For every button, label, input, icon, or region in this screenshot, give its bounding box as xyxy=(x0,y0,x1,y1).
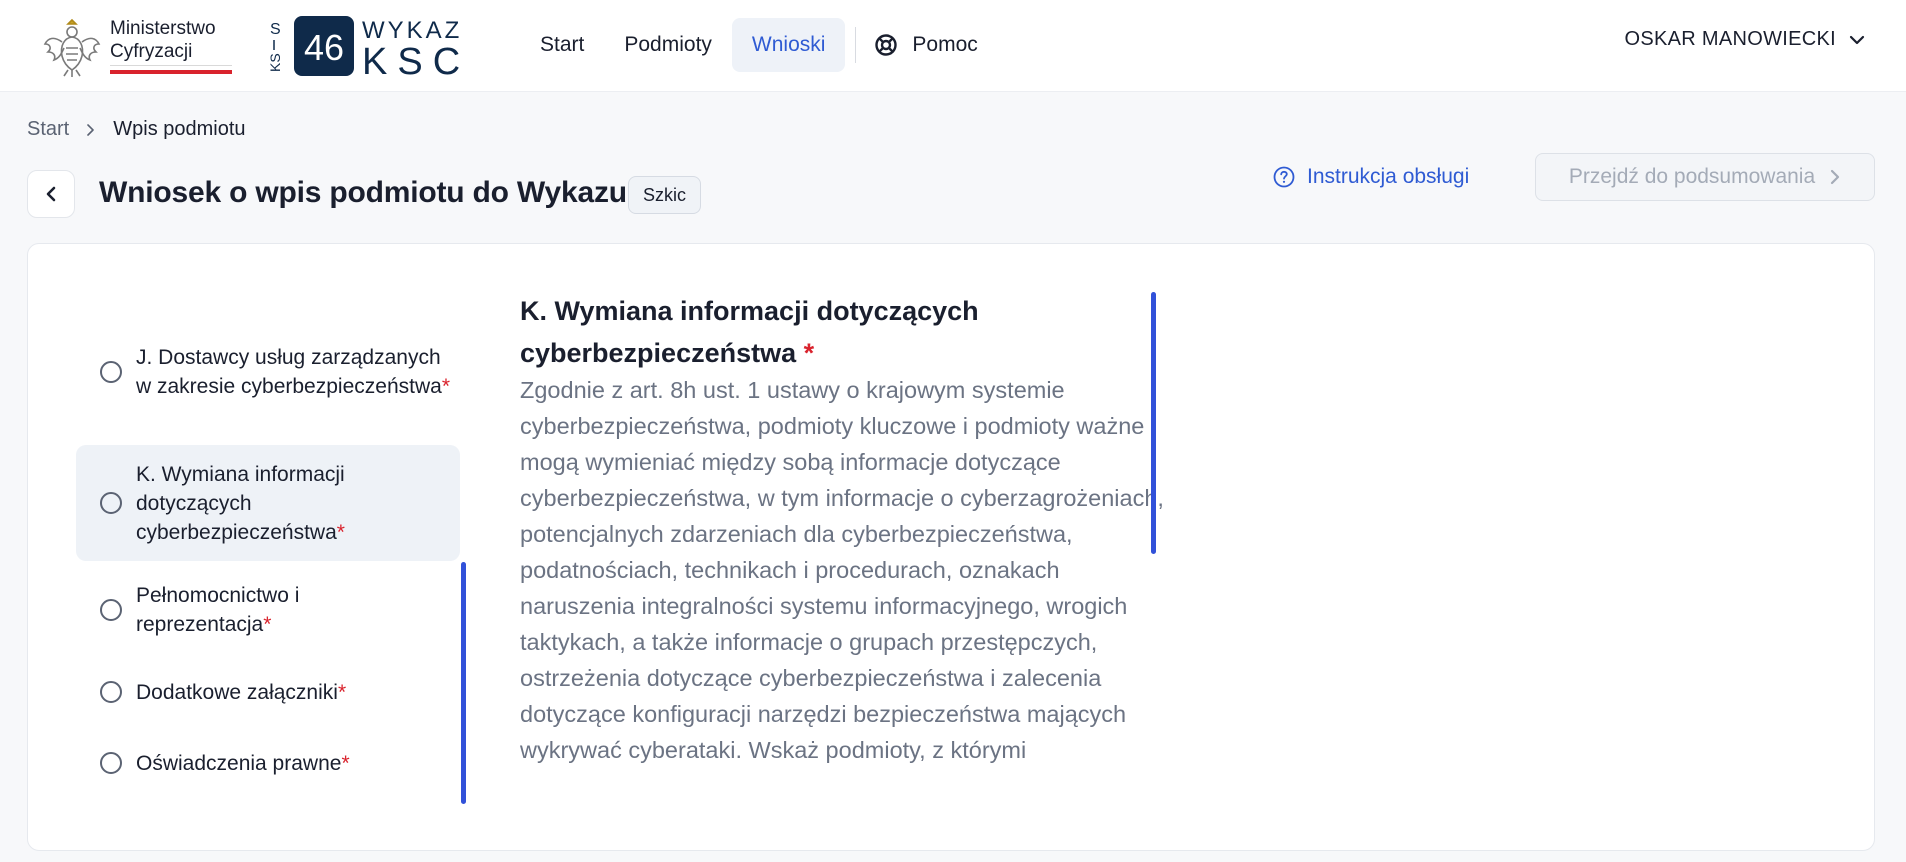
step-radio xyxy=(100,361,122,383)
breadcrumb: Start Wpis podmiotu xyxy=(27,118,246,141)
user-name: OSKAR MANOWIECKI xyxy=(1624,28,1836,50)
ministry-logo[interactable]: Ministerstwo Cyfryzacji xyxy=(42,12,232,78)
ministry-divider-red xyxy=(110,70,232,74)
section-title: K. Wymiana informacji dotyczących cyberb… xyxy=(520,290,1180,374)
step-item-zalaczniki[interactable]: Dodatkowe załączniki* xyxy=(76,670,460,714)
wykaz-ksc-logo[interactable]: S KS 46 WYKAZ KSC xyxy=(264,14,504,78)
logo-wykaz-text: WYKAZ xyxy=(362,17,462,44)
section-title-text: K. Wymiana informacji dotyczących cyberb… xyxy=(520,296,979,368)
breadcrumb-start[interactable]: Start xyxy=(27,118,69,141)
ministry-name: Ministerstwo Cyfryzacji xyxy=(110,17,216,63)
ministry-divider-grey xyxy=(110,65,232,66)
lifebuoy-icon xyxy=(875,34,898,56)
step-radio xyxy=(100,752,122,774)
status-badge: Szkic xyxy=(628,176,702,214)
form-card: J. Dostawcy usług zarządzanych w zakresi… xyxy=(27,243,1875,851)
logo-letter-s: S xyxy=(270,21,281,38)
breadcrumb-current: Wpis podmiotu xyxy=(113,118,246,140)
steps-scrollbar[interactable] xyxy=(461,562,466,804)
logo-letters-ks: KS xyxy=(267,53,283,72)
page-title: Wniosek o wpis podmiotu do Wykazu xyxy=(99,176,627,209)
required-marker: * xyxy=(441,375,450,398)
section-description: Zgodnie z art. 8h ust. 1 ustawy o krajow… xyxy=(520,377,1164,763)
logo-ksc-text: KSC xyxy=(362,41,470,78)
step-label: Oświadczenia prawne* xyxy=(136,749,350,778)
instruction-link[interactable]: Instrukcja obsługi xyxy=(1273,162,1469,192)
step-label: J. Dostawcy usług zarządzanych w zakresi… xyxy=(136,343,460,401)
step-label-text: Pełnomocnictwo i reprezentacja xyxy=(136,584,300,636)
step-radio xyxy=(100,492,122,514)
chevron-right-icon xyxy=(1831,169,1840,185)
nav-start[interactable]: Start xyxy=(520,18,604,72)
question-circle-icon xyxy=(1273,166,1295,188)
instruction-link-label: Instrukcja obsługi xyxy=(1307,165,1470,188)
main-nav: Start Podmioty Wnioski Pomoc xyxy=(520,18,978,72)
required-marker: * xyxy=(263,613,272,636)
nav-pomoc[interactable]: Pomoc xyxy=(866,18,978,72)
step-radio xyxy=(100,599,122,621)
section-content: K. Wymiana informacji dotyczących cyberb… xyxy=(520,290,1180,768)
step-label: Dodatkowe załączniki* xyxy=(136,678,346,707)
top-header: Ministerstwo Cyfryzacji S KS 46 WYKAZ KS… xyxy=(0,0,1906,92)
back-button[interactable] xyxy=(27,170,75,218)
required-marker: * xyxy=(803,338,815,368)
go-to-summary-button[interactable]: Przejdź do podsumowania xyxy=(1535,153,1875,201)
logo-number: 46 xyxy=(304,27,344,68)
nav-wnioski[interactable]: Wnioski xyxy=(731,18,846,72)
step-label-text: Oświadczenia prawne xyxy=(136,751,342,775)
user-menu[interactable]: OSKAR MANOWIECKI xyxy=(1625,28,1867,51)
step-label-text: Dodatkowe załączniki xyxy=(136,680,338,704)
chevron-down-icon xyxy=(1849,35,1865,44)
nav-pomoc-label: Pomoc xyxy=(912,33,978,56)
step-item-j[interactable]: J. Dostawcy usług zarządzanych w zakresi… xyxy=(76,324,460,420)
step-label-text: K. Wymiana informacji dotyczących cyberb… xyxy=(136,462,345,544)
ministry-name-line1: Ministerstwo xyxy=(110,18,216,39)
required-marker: * xyxy=(336,520,345,544)
chevron-left-icon xyxy=(46,186,56,202)
go-to-summary-label: Przejdź do podsumowania xyxy=(1568,165,1816,188)
eagle-emblem-icon xyxy=(43,18,101,77)
step-item-k[interactable]: K. Wymiana informacji dotyczących cyberb… xyxy=(76,445,460,561)
step-radio xyxy=(100,681,122,703)
step-label-text: J. Dostawcy usług zarządzanych w zakresi… xyxy=(136,346,442,398)
nav-separator xyxy=(855,27,857,63)
step-item-pelnomocnictwo[interactable]: Pełnomocnictwo i reprezentacja* xyxy=(76,577,460,643)
step-label: K. Wymiana informacji dotyczących cyberb… xyxy=(136,460,376,547)
step-label: Pełnomocnictwo i reprezentacja* xyxy=(136,581,336,639)
required-marker: * xyxy=(337,680,347,704)
nav-podmioty[interactable]: Podmioty xyxy=(604,18,732,72)
content-scrollbar[interactable] xyxy=(1151,292,1156,554)
step-item-oswiadczenia[interactable]: Oświadczenia prawne* xyxy=(76,741,460,785)
ministry-name-line2: Cyfryzacji xyxy=(110,41,193,62)
required-marker: * xyxy=(341,751,350,775)
steps-list: J. Dostawcy usług zarządzanych w zakresi… xyxy=(76,244,488,850)
chevron-right-icon xyxy=(87,123,95,136)
